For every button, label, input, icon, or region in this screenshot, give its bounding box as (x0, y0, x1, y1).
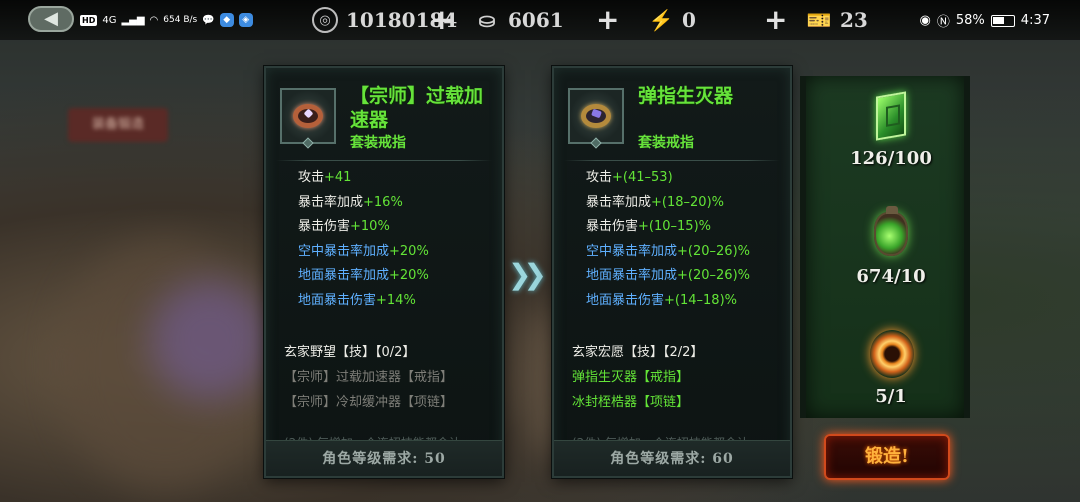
ring-icon (293, 104, 323, 128)
fire-vortex-icon (866, 328, 916, 384)
item-stats: 攻击+41 暴击率加成+16% 暴击伤害+10% 空中暴击率加成+20% 地面暴… (298, 166, 429, 314)
green-book-icon (866, 90, 916, 146)
set-title: 玄家宏愿【技】【2/2】 (572, 345, 704, 360)
stat-line: 暴击率加成+16% (298, 194, 403, 210)
material-slot[interactable]: 674/10 (806, 206, 976, 287)
quality-diamond-icon (302, 137, 314, 149)
clock: 4:37 (1020, 13, 1050, 28)
set-item: 弹指生灭器【戒指】 (572, 370, 690, 385)
add-coins-button[interactable]: + (430, 3, 453, 36)
material-slot[interactable]: 5/1 (806, 328, 976, 407)
divider (564, 160, 780, 161)
ticket-value: 23 (840, 8, 868, 32)
set-item: 【宗师】冷却缓冲器【项链】 (284, 395, 454, 410)
back-arrow-icon[interactable]: ◀ (28, 6, 74, 32)
network-speed: 654 B/s (163, 14, 198, 25)
nfc-icon: Ⓝ (936, 15, 950, 30)
material-slot[interactable]: 126/100 (806, 90, 976, 169)
stat-line: 空中暴击率加成+20% (298, 243, 429, 259)
green-lantern-icon (866, 206, 916, 264)
system-status-left: HD 4G ▂▄▆ ◠ 654 B/s 💬 ◆ ◈ (80, 11, 253, 29)
signal-icon: ▂▄▆ (121, 14, 145, 26)
battery-percent: 58% (955, 13, 985, 28)
stat-line: 地面暴击率加成+20% (298, 268, 429, 284)
divider (276, 160, 492, 161)
set-bonus: 玄家野望【技】【0/2】 【宗师】过载加速器【戒指】 【宗师】冷却缓冲器【项链】 (284, 340, 453, 415)
item-stats: 攻击+(41–53) 暴击率加成+(18–20)% 暴击伤害+(10–15)% … (586, 166, 750, 314)
ring-item-icon[interactable] (280, 88, 336, 149)
lightning-icon: ⚡ (648, 8, 674, 32)
material-count: 126/100 (850, 148, 932, 169)
material-count: 5/1 (875, 386, 907, 407)
wifi-icon: ◠ (149, 14, 159, 26)
item-header: 弹指生灭器 套装戒指 (568, 84, 782, 154)
system-status-right: ◉ Ⓝ 58% 4:37 (920, 11, 1050, 30)
current-item-panel: 【宗师】过载加速器 套装戒指 攻击+41 暴击率加成+16% 暴击伤害+10% … (264, 66, 504, 478)
status-bar: ◀ HD 4G ▂▄▆ ◠ 654 B/s 💬 ◆ ◈ ◎ 10180184 +… (0, 0, 1080, 40)
stat-line: 地面暴击伤害+14% (298, 292, 416, 308)
material-count: 674/10 (856, 266, 926, 287)
item-name: 弹指生灭器 (638, 85, 734, 107)
item-type: 套装戒指 (350, 135, 406, 151)
battery-icon (990, 14, 1015, 27)
stat-line: 地面暴击伤害+(14–18)% (586, 292, 737, 308)
set-bonus: 玄家宏愿【技】【2/2】 弹指生灭器【戒指】 冰封桎梏器【项链】 (572, 340, 703, 415)
background-tab-label: 装备锻造 (68, 108, 168, 142)
hd-icon: HD (80, 14, 98, 26)
stat-line: 暴击伤害+10% (298, 219, 390, 235)
background-character-hair-blur (150, 280, 270, 400)
resource-ingots: ⛀ 6061 (474, 5, 564, 35)
stat-line: 攻击+(41–53) (586, 170, 673, 185)
materials-column: 126/100 674/10 5/1 (800, 76, 970, 418)
stat-line: 攻击+41 (298, 170, 352, 185)
app-notification-icon: ◈ (238, 13, 253, 27)
stat-line: 暴击率加成+(18–20)% (586, 194, 724, 210)
ingot-value: 6061 (508, 8, 564, 32)
eye-icon: ◉ (919, 13, 931, 28)
item-header: 【宗师】过载加速器 套装戒指 (280, 84, 494, 154)
upgrade-arrow-icon: ❯❯ (508, 258, 547, 291)
app-notification-icon: ◆ (219, 13, 234, 27)
resource-energy: ⚡ 0 (648, 5, 696, 35)
item-name: 【宗师】过载加速器 (350, 85, 484, 131)
ticket-icon: 🎫 (806, 8, 832, 32)
set-item: 冰封桎梏器【项链】 (572, 395, 690, 410)
chat-icon: 💬 (202, 14, 215, 26)
add-energy-button[interactable]: + (764, 3, 787, 36)
ingot-icon: ⛀ (478, 8, 496, 32)
stat-line: 地面暴击率加成+(20–26)% (586, 268, 750, 284)
ring-item-icon[interactable] (568, 88, 624, 149)
set-item: 【宗师】过载加速器【戒指】 (284, 370, 454, 385)
stat-line: 空中暴击率加成+(20–26)% (586, 243, 750, 259)
level-requirement: 角色等级需求: 60 (554, 440, 790, 476)
item-type: 套装戒指 (638, 135, 694, 151)
resource-tickets: 🎫 23 (806, 5, 868, 35)
energy-value: 0 (682, 8, 696, 32)
coin-icon: ◎ (312, 7, 338, 33)
forge-button[interactable]: 锻造! (824, 434, 950, 480)
stat-line: 暴击伤害+(10–15)% (586, 219, 711, 235)
set-title: 玄家野望【技】【0/2】 (284, 345, 416, 360)
network-type: 4G (102, 14, 117, 26)
quality-diamond-icon (590, 137, 602, 149)
next-item-panel: 弹指生灭器 套装戒指 攻击+(41–53) 暴击率加成+(18–20)% 暴击伤… (552, 66, 792, 478)
add-ingots-button[interactable]: + (596, 3, 619, 36)
ring-icon (581, 104, 611, 128)
level-requirement: 角色等级需求: 50 (266, 440, 502, 476)
